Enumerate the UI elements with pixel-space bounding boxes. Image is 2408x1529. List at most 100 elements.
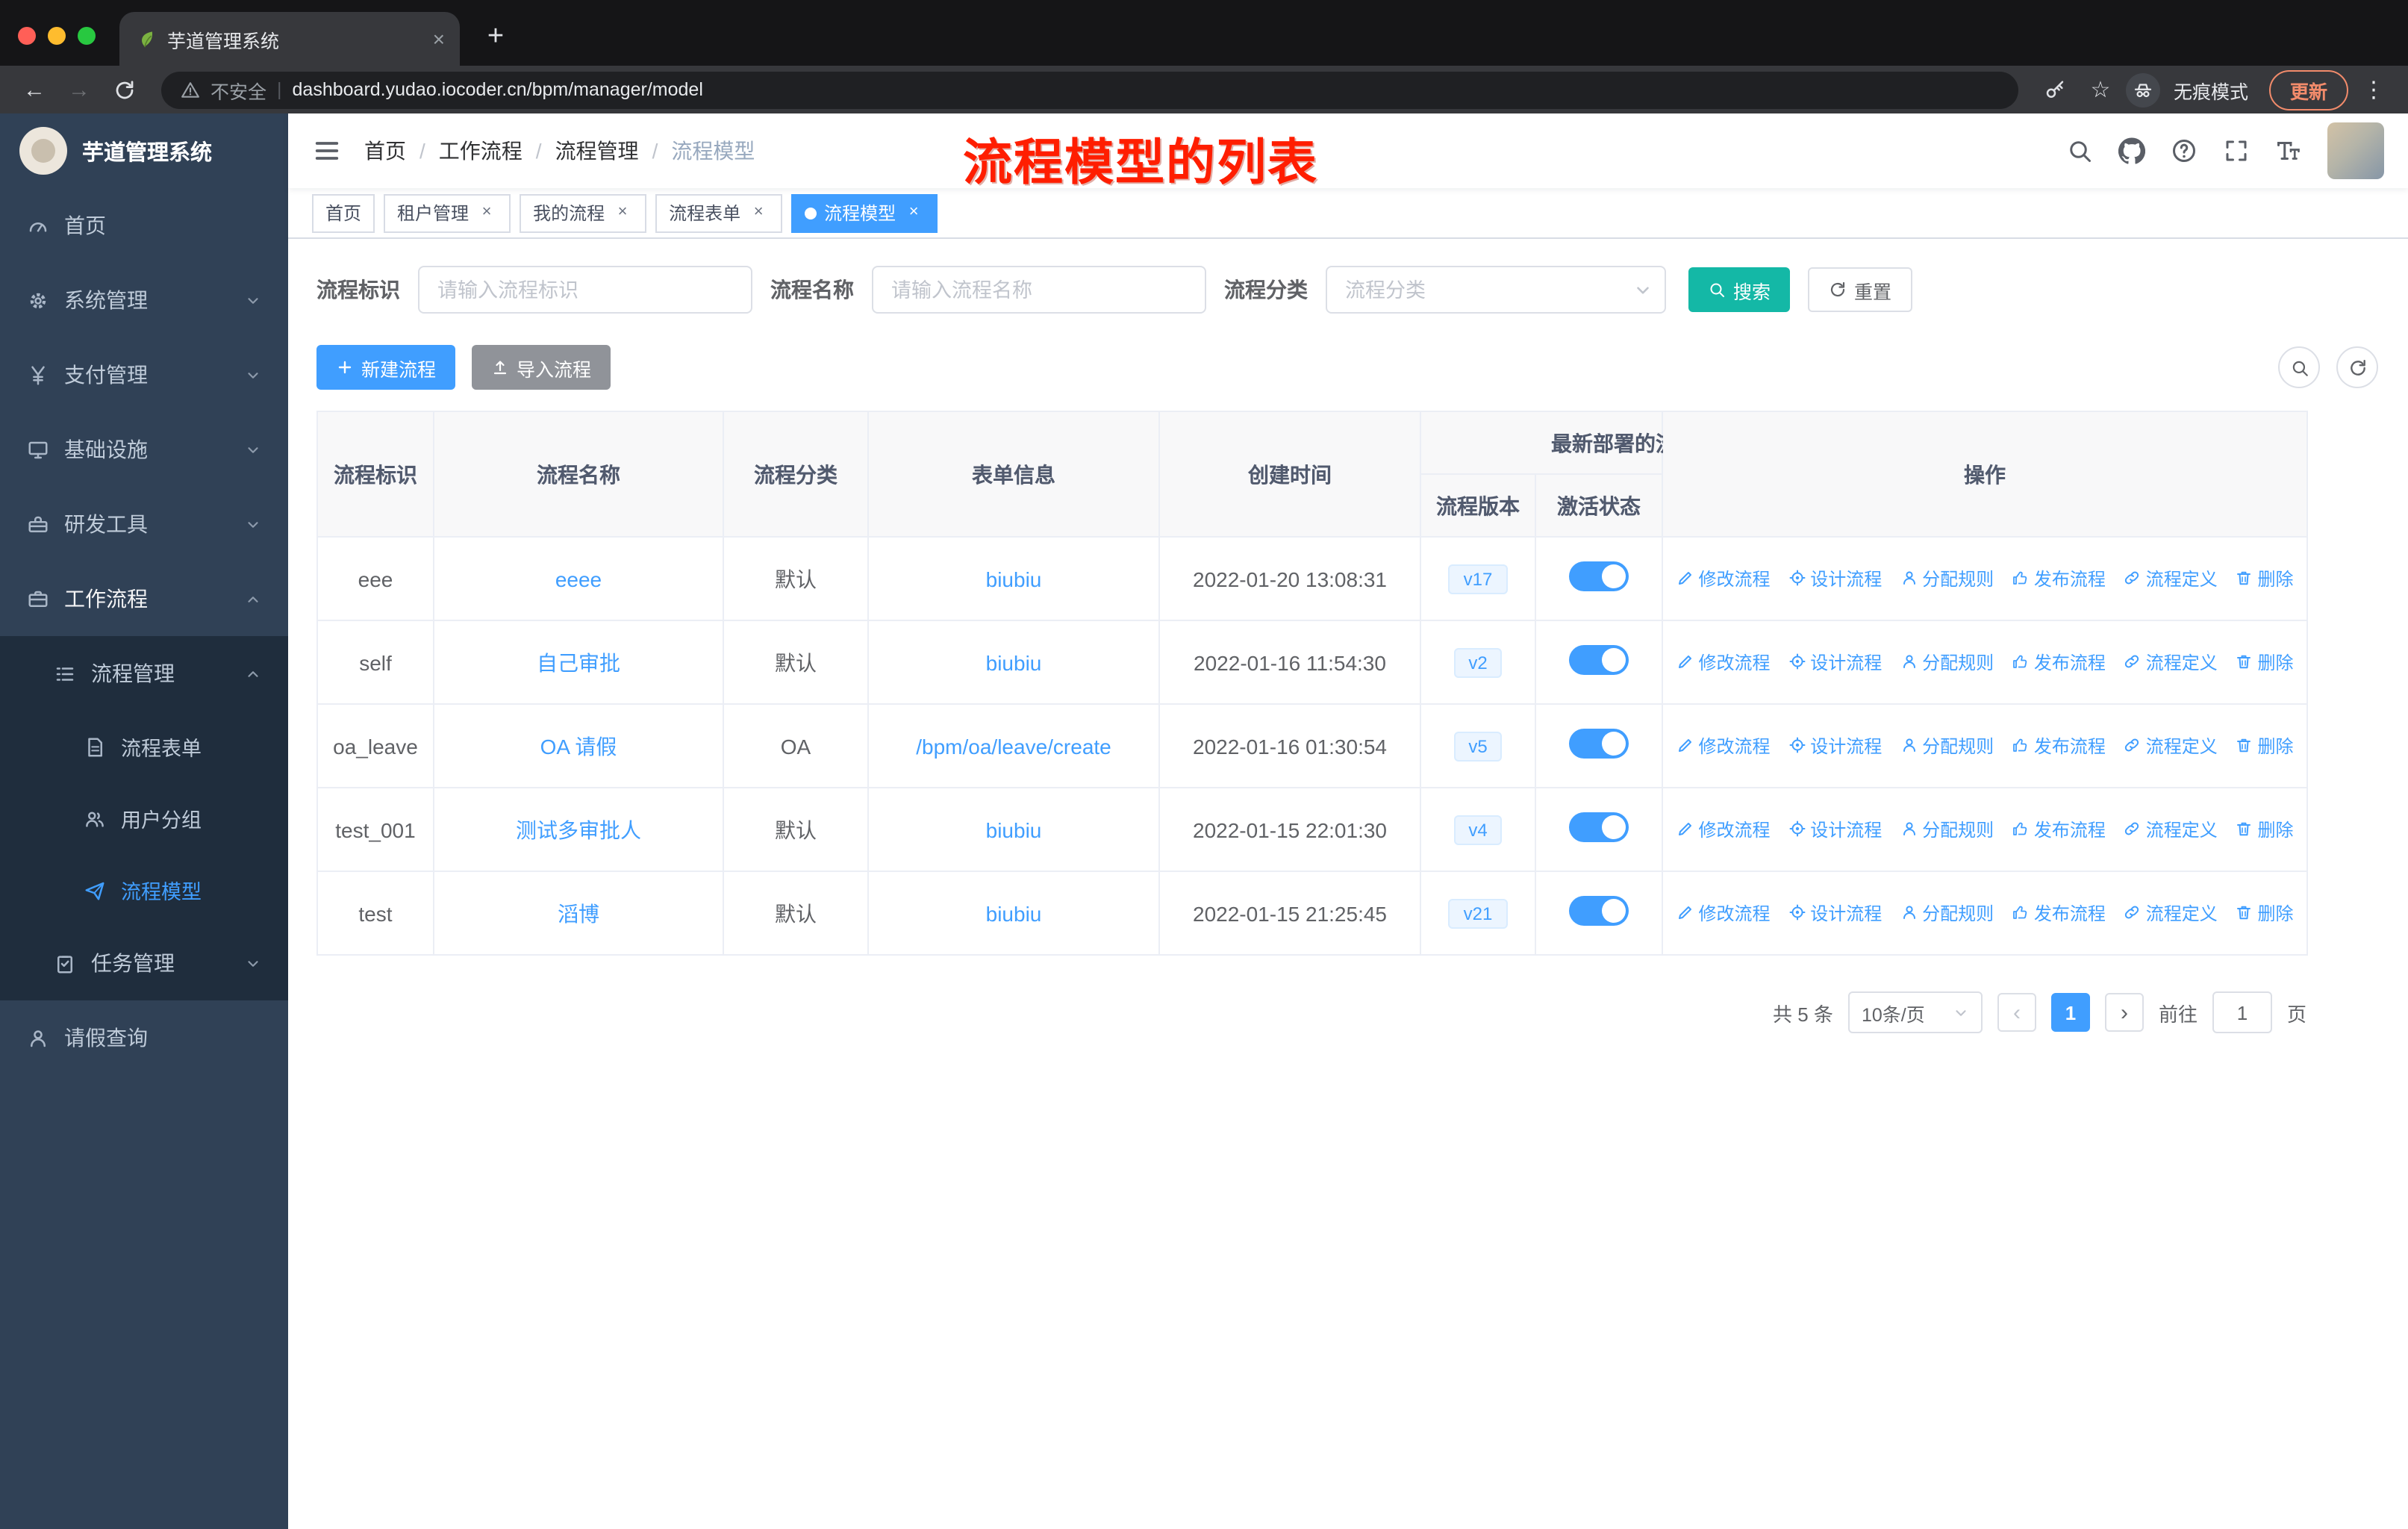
bookmark-star-icon[interactable]: ☆	[2081, 70, 2120, 109]
sidebar-item-process-model[interactable]: 流程模型	[0, 854, 288, 926]
active-toggle[interactable]	[1569, 729, 1629, 759]
tag-my-process[interactable]: 我的流程 ×	[520, 193, 647, 232]
op-design-process[interactable]: 设计流程	[1788, 900, 1882, 926]
page-1-button[interactable]: 1	[2050, 993, 2090, 1032]
op-delete[interactable]: 删除	[2236, 733, 2294, 759]
reset-button[interactable]: 重置	[1808, 267, 1913, 312]
browser-menu-icon[interactable]: ⋮	[2354, 70, 2393, 109]
process-key-input[interactable]	[418, 266, 752, 314]
breadcrumb-item-workflow[interactable]: 工作流程	[439, 136, 523, 166]
sidebar-toggle-icon[interactable]	[312, 136, 342, 166]
sidebar-item-home[interactable]: 首页	[0, 188, 288, 263]
active-toggle[interactable]	[1569, 645, 1629, 675]
op-modify-process[interactable]: 修改流程	[1676, 733, 1770, 759]
update-button[interactable]: 更新	[2268, 69, 2348, 110]
fullscreen-icon[interactable]	[2223, 137, 2250, 164]
sidebar-item-payment[interactable]: 支付管理	[0, 337, 288, 412]
process-name-link[interactable]: 测试多审批人	[516, 818, 641, 841]
tag-process-model[interactable]: 流程模型 ×	[791, 193, 938, 232]
show-search-button[interactable]	[2278, 346, 2320, 388]
tag-close-icon[interactable]: ×	[903, 202, 924, 223]
tag-close-icon[interactable]: ×	[748, 202, 769, 223]
process-name-link[interactable]: eeee	[555, 567, 602, 591]
app-logo[interactable]: 芋道管理系统	[0, 113, 288, 188]
op-delete[interactable]: 删除	[2236, 900, 2294, 926]
sidebar-item-process-management[interactable]: 流程管理	[0, 636, 288, 711]
op-design-process[interactable]: 设计流程	[1788, 566, 1882, 591]
op-publish-process[interactable]: 发布流程	[2012, 817, 2106, 842]
refresh-table-button[interactable]	[2336, 346, 2378, 388]
op-process-definition[interactable]: 流程定义	[2124, 817, 2218, 842]
close-window-button[interactable]	[18, 27, 36, 45]
sidebar-item-devtools[interactable]: 研发工具	[0, 487, 288, 561]
form-info-link[interactable]: biubiu	[986, 650, 1042, 674]
op-process-definition[interactable]: 流程定义	[2124, 566, 2218, 591]
form-info-link[interactable]: biubiu	[986, 901, 1042, 925]
op-publish-process[interactable]: 发布流程	[2012, 566, 2106, 591]
help-icon[interactable]	[2171, 137, 2198, 164]
form-info-link[interactable]: /bpm/oa/leave/create	[916, 734, 1111, 758]
process-name-input[interactable]	[872, 266, 1206, 314]
op-assign-rule[interactable]: 分配规则	[1900, 733, 1994, 759]
search-icon[interactable]	[2066, 137, 2093, 164]
page-size-select[interactable]: 10条/页	[1847, 991, 1983, 1033]
process-name-link[interactable]: OA 请假	[540, 734, 617, 758]
back-button[interactable]: ←	[15, 70, 54, 109]
op-assign-rule[interactable]: 分配规则	[1900, 900, 1994, 926]
tag-tenant-management[interactable]: 租户管理 ×	[384, 193, 511, 232]
op-delete[interactable]: 删除	[2236, 566, 2294, 591]
op-assign-rule[interactable]: 分配规则	[1900, 566, 1994, 591]
tag-home[interactable]: 首页	[312, 193, 375, 232]
reload-button[interactable]	[105, 70, 143, 109]
active-toggle[interactable]	[1569, 896, 1629, 926]
minimize-window-button[interactable]	[48, 27, 66, 45]
breadcrumb-item-process-management[interactable]: 流程管理	[555, 136, 639, 166]
process-name-link[interactable]: 滔博	[558, 901, 599, 925]
op-design-process[interactable]: 设计流程	[1788, 733, 1882, 759]
import-process-button[interactable]: 导入流程	[472, 345, 611, 390]
font-size-icon[interactable]	[2275, 137, 2302, 164]
github-icon[interactable]	[2118, 137, 2145, 164]
sidebar-item-workflow[interactable]: 工作流程	[0, 561, 288, 636]
tag-close-icon[interactable]: ×	[476, 202, 497, 223]
op-modify-process[interactable]: 修改流程	[1676, 900, 1770, 926]
op-modify-process[interactable]: 修改流程	[1676, 650, 1770, 675]
sidebar-item-task-management[interactable]: 任务管理	[0, 926, 288, 1000]
op-assign-rule[interactable]: 分配规则	[1900, 817, 1994, 842]
tag-process-form[interactable]: 流程表单 ×	[655, 193, 783, 232]
active-toggle[interactable]	[1569, 812, 1629, 842]
form-info-link[interactable]: biubiu	[986, 818, 1042, 841]
search-button[interactable]: 搜索	[1688, 267, 1791, 312]
active-toggle[interactable]	[1569, 561, 1629, 591]
prev-page-button[interactable]: ‹	[1997, 993, 2036, 1032]
op-modify-process[interactable]: 修改流程	[1676, 817, 1770, 842]
browser-tab[interactable]: 芋道管理系统 ×	[119, 12, 460, 66]
op-process-definition[interactable]: 流程定义	[2124, 733, 2218, 759]
user-avatar[interactable]	[2327, 122, 2384, 179]
op-modify-process[interactable]: 修改流程	[1676, 566, 1770, 591]
zoom-window-button[interactable]	[78, 27, 96, 45]
breadcrumb-item-home[interactable]: 首页	[364, 136, 406, 166]
op-publish-process[interactable]: 发布流程	[2012, 733, 2106, 759]
tab-close-icon[interactable]: ×	[433, 27, 445, 51]
sidebar-item-process-form[interactable]: 流程表单	[0, 711, 288, 782]
address-bar[interactable]: 不安全 | dashboard.yudao.iocoder.cn/bpm/man…	[161, 71, 2018, 108]
sidebar-item-infrastructure[interactable]: 基础设施	[0, 412, 288, 487]
op-design-process[interactable]: 设计流程	[1788, 817, 1882, 842]
next-page-button[interactable]: ›	[2104, 993, 2144, 1032]
op-publish-process[interactable]: 发布流程	[2012, 650, 2106, 675]
sidebar-item-leave-query[interactable]: 请假查询	[0, 1000, 288, 1075]
password-key-icon[interactable]	[2036, 70, 2075, 109]
op-design-process[interactable]: 设计流程	[1788, 650, 1882, 675]
create-process-button[interactable]: 新建流程	[316, 345, 456, 390]
tag-close-icon[interactable]: ×	[612, 202, 633, 223]
category-select-input[interactable]	[1326, 266, 1666, 314]
op-publish-process[interactable]: 发布流程	[2012, 900, 2106, 926]
forward-button[interactable]: →	[60, 70, 99, 109]
process-name-link[interactable]: 自己审批	[537, 650, 620, 674]
op-process-definition[interactable]: 流程定义	[2124, 650, 2218, 675]
op-assign-rule[interactable]: 分配规则	[1900, 650, 1994, 675]
form-info-link[interactable]: biubiu	[986, 567, 1042, 591]
goto-page-input[interactable]	[2212, 991, 2272, 1033]
sidebar-item-user-group[interactable]: 用户分组	[0, 782, 288, 854]
